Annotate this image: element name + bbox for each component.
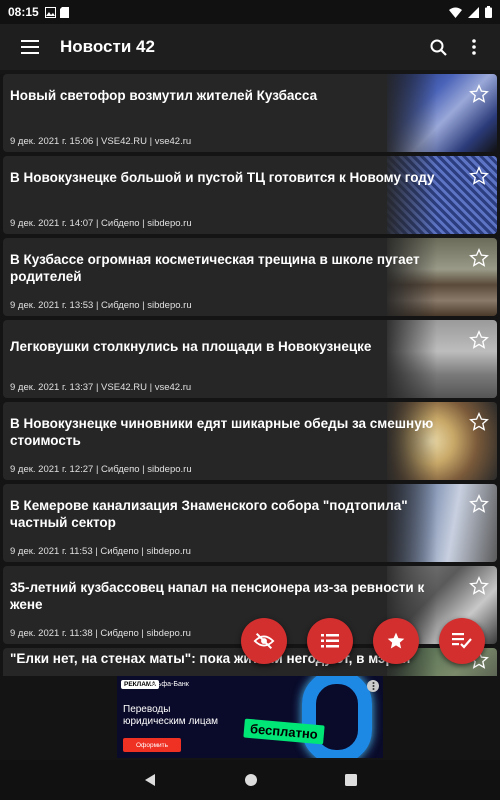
news-card[interactable]: В Новокузнецке большой и пустой ТЦ готов…	[3, 156, 497, 234]
ad-banner[interactable]: РЕКЛАМА Альфа-Банк Переводы юридическим …	[117, 676, 383, 758]
app-title: Новости 42	[60, 37, 155, 56]
news-meta: 9 дек. 2021 г. 15:06 | VSE42.RU | vse42.…	[10, 136, 192, 147]
favorite-star-icon[interactable]	[469, 494, 489, 514]
mark-read-button[interactable]	[439, 618, 485, 664]
hamburger-icon	[21, 40, 39, 54]
news-card[interactable]: В Кемерове канализация Знаменского собор…	[3, 484, 497, 562]
favorite-star-icon[interactable]	[469, 248, 489, 268]
news-meta: 9 дек. 2021 г. 11:53 | Сибдепо | sibdepo…	[10, 546, 191, 557]
news-title: Новый светофор возмутил жителей Кузбасса	[10, 88, 318, 103]
ad-options-button[interactable]	[367, 680, 379, 692]
favorite-star-icon[interactable]	[469, 412, 489, 432]
status-bar: 08:15	[0, 0, 500, 24]
news-title: Легковушки столкнулись на площади в Ново…	[10, 339, 372, 354]
favorite-star-icon[interactable]	[469, 166, 489, 186]
news-meta: 9 дек. 2021 г. 13:37 | VSE42.RU | vse42.…	[10, 382, 192, 393]
back-icon[interactable]	[143, 773, 157, 787]
news-title: 35-летний кузбассовец напал на пенсионер…	[10, 580, 425, 612]
news-meta: 9 дек. 2021 г. 12:27 | Сибдепо | sibdepo…	[10, 464, 192, 475]
favorite-star-icon[interactable]	[469, 84, 489, 104]
news-card[interactable]: Легковушки столкнулись на площади в Ново…	[3, 320, 497, 398]
news-card[interactable]: В Кузбассе огромная косметическая трещин…	[3, 238, 497, 316]
list-icon	[321, 634, 339, 648]
app-toolbar: Новости 42	[0, 24, 500, 70]
news-title: В Новокузнецке большой и пустой ТЦ готов…	[10, 170, 435, 185]
search-button[interactable]	[420, 24, 456, 70]
status-system-icons	[449, 6, 492, 18]
news-meta: 9 дек. 2021 г. 14:07 | Сибдепо | sibdepo…	[10, 218, 192, 229]
battery-icon	[485, 6, 492, 18]
menu-button[interactable]	[0, 24, 60, 70]
status-time: 08:15	[8, 5, 39, 19]
more-vert-icon	[472, 39, 476, 55]
list-view-button[interactable]	[307, 618, 353, 664]
ad-logo-ring	[302, 676, 372, 758]
system-nav-bar	[0, 760, 500, 800]
search-icon	[430, 39, 447, 56]
favorite-star-icon[interactable]	[469, 576, 489, 596]
eye-off-icon	[253, 632, 275, 650]
recents-icon[interactable]	[344, 774, 357, 786]
playlist-check-icon	[452, 633, 472, 649]
ad-area: РЕКЛАМА Альфа-Банк Переводы юридическим …	[0, 676, 500, 760]
star-filled-icon	[387, 632, 405, 649]
overflow-menu-button[interactable]	[456, 24, 492, 70]
favorites-button[interactable]	[373, 618, 419, 664]
hide-read-button[interactable]	[241, 618, 287, 664]
status-notification-icons	[44, 6, 69, 18]
news-title: В Кузбассе огромная косметическая трещин…	[10, 252, 420, 284]
more-vert-icon	[372, 682, 374, 690]
home-icon[interactable]	[244, 773, 258, 787]
sd-card-icon	[59, 6, 69, 18]
news-meta: 9 дек. 2021 г. 11:38 | Сибдепо | sibdepo…	[10, 628, 191, 639]
wifi-icon	[449, 7, 462, 18]
news-title: В Кемерове канализация Знаменского собор…	[10, 498, 408, 530]
news-meta: 9 дек. 2021 г. 13:53 | Сибдепо | sibdepo…	[10, 300, 192, 311]
favorite-star-icon[interactable]	[469, 330, 489, 350]
ad-cta-button[interactable]: Оформить	[123, 738, 181, 752]
news-card[interactable]: В Новокузнецке чиновники едят шикарные о…	[3, 402, 497, 480]
gallery-icon	[44, 6, 56, 18]
ad-text: Переводы юридическим лицам	[123, 704, 219, 727]
news-title: В Новокузнецке чиновники едят шикарные о…	[10, 416, 434, 448]
signal-icon	[468, 6, 479, 18]
ad-advertiser: Альфа-Банк	[149, 681, 189, 688]
news-card[interactable]: Новый светофор возмутил жителей Кузбасса…	[3, 74, 497, 152]
news-list[interactable]: Новый светофор возмутил жителей Кузбасса…	[0, 74, 500, 676]
